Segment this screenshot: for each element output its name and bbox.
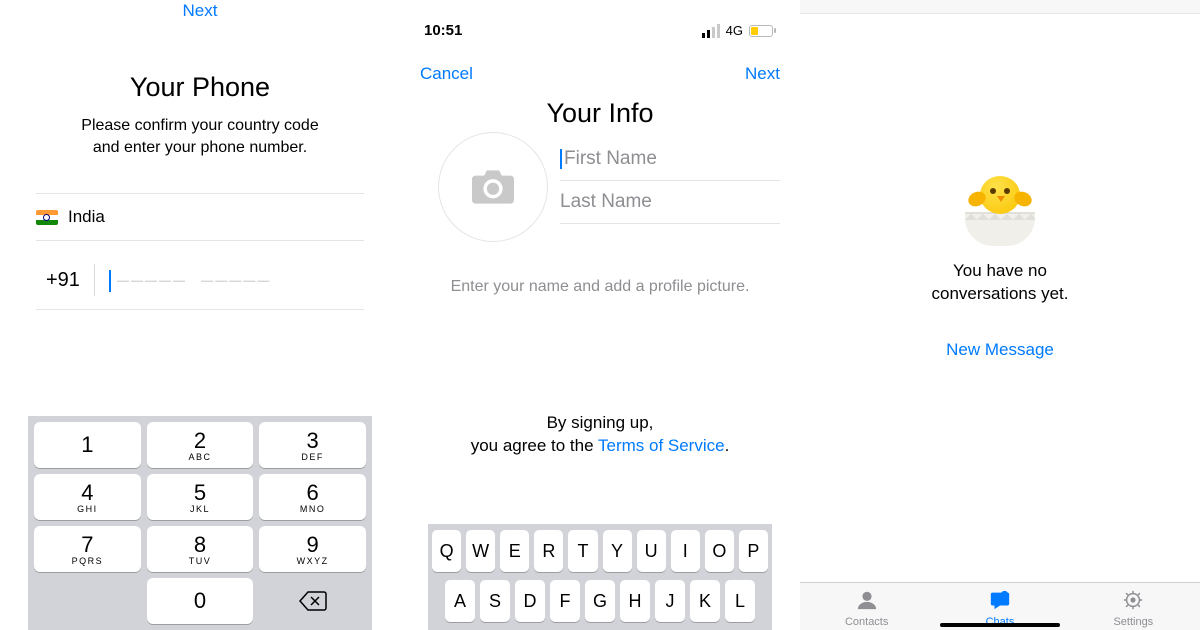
key-s[interactable]: S xyxy=(480,580,510,622)
flag-india-icon xyxy=(36,210,58,225)
separator xyxy=(94,264,95,296)
tab-label: Settings xyxy=(1113,616,1153,628)
keypad-0[interactable]: 0 xyxy=(147,578,254,624)
key-t[interactable]: T xyxy=(568,530,597,572)
key-y[interactable]: Y xyxy=(603,530,632,572)
key-h[interactable]: H xyxy=(620,580,650,622)
key-j[interactable]: J xyxy=(655,580,685,622)
next-button[interactable]: Next xyxy=(0,1,400,21)
chats-icon xyxy=(987,589,1013,614)
keypad-9[interactable]: 9WXYZ xyxy=(259,526,366,572)
home-indicator xyxy=(940,623,1060,627)
key-o[interactable]: O xyxy=(705,530,734,572)
status-bar: 10:51 4G xyxy=(400,22,800,39)
page-title: Your Phone xyxy=(0,72,400,103)
hatching-chick-icon xyxy=(960,170,1040,250)
network-label: 4G xyxy=(726,23,743,38)
camera-icon xyxy=(472,170,514,204)
next-button[interactable]: Next xyxy=(745,64,780,84)
numeric-keypad: 12ABC3DEF 4GHI5JKL6MNO 7PQRS8TUV9WXYZ0 xyxy=(28,416,372,630)
phone-input[interactable]: ––––– ––––– xyxy=(109,268,271,293)
tos-text: By signing up, you agree to the Terms of… xyxy=(400,412,800,458)
country-selector[interactable]: India xyxy=(36,207,364,227)
key-i[interactable]: I xyxy=(671,530,700,572)
battery-icon xyxy=(749,25,776,37)
page-title: Your Info xyxy=(400,98,800,129)
backspace-key[interactable] xyxy=(259,578,366,624)
key-u[interactable]: U xyxy=(637,530,666,572)
last-name-field[interactable]: Last Name xyxy=(560,181,780,224)
backspace-icon xyxy=(299,591,327,611)
keypad-2[interactable]: 2ABC xyxy=(147,422,254,468)
key-q[interactable]: Q xyxy=(432,530,461,572)
keypad-8[interactable]: 8TUV xyxy=(147,526,254,572)
keypad-5[interactable]: 5JKL xyxy=(147,474,254,520)
keypad-7[interactable]: 7PQRS xyxy=(34,526,141,572)
dial-code: +91 xyxy=(46,269,80,292)
key-f[interactable]: F xyxy=(550,580,580,622)
new-message-button[interactable]: New Message xyxy=(946,340,1054,360)
key-g[interactable]: G xyxy=(585,580,615,622)
key-a[interactable]: A xyxy=(445,580,475,622)
key-l[interactable]: L xyxy=(725,580,755,622)
key-p[interactable]: P xyxy=(739,530,768,572)
tos-link[interactable]: Terms of Service xyxy=(598,436,725,455)
status-time: 10:51 xyxy=(424,22,462,39)
page-subtitle: Please confirm your country codeand ente… xyxy=(0,115,400,158)
form-hint: Enter your name and add a profile pictur… xyxy=(400,278,800,296)
key-k[interactable]: K xyxy=(690,580,720,622)
keypad-6[interactable]: 6MNO xyxy=(259,474,366,520)
signal-icon xyxy=(702,24,720,38)
phone-input-row[interactable]: +91 ––––– ––––– xyxy=(36,258,364,310)
qwerty-keyboard: QWERTYUIOP ASDFGHJKL xyxy=(428,524,772,630)
tab-label: Contacts xyxy=(845,616,888,628)
avatar-placeholder[interactable] xyxy=(438,132,548,242)
keypad-4[interactable]: 4GHI xyxy=(34,474,141,520)
empty-state-text: You have noconversations yet. xyxy=(931,260,1068,306)
key-r[interactable]: R xyxy=(534,530,563,572)
tab-settings[interactable]: Settings xyxy=(1067,589,1200,628)
cancel-button[interactable]: Cancel xyxy=(420,64,473,84)
settings-icon xyxy=(1120,589,1146,614)
tab-contacts[interactable]: Contacts xyxy=(800,589,933,628)
country-name: India xyxy=(68,207,105,227)
first-name-field[interactable]: First Name xyxy=(560,138,780,181)
keypad-3[interactable]: 3DEF xyxy=(259,422,366,468)
key-e[interactable]: E xyxy=(500,530,529,572)
key-d[interactable]: D xyxy=(515,580,545,622)
key-w[interactable]: W xyxy=(466,530,495,572)
keypad-1[interactable]: 1 xyxy=(34,422,141,468)
nav-bar xyxy=(800,0,1200,14)
contacts-icon xyxy=(854,589,880,614)
